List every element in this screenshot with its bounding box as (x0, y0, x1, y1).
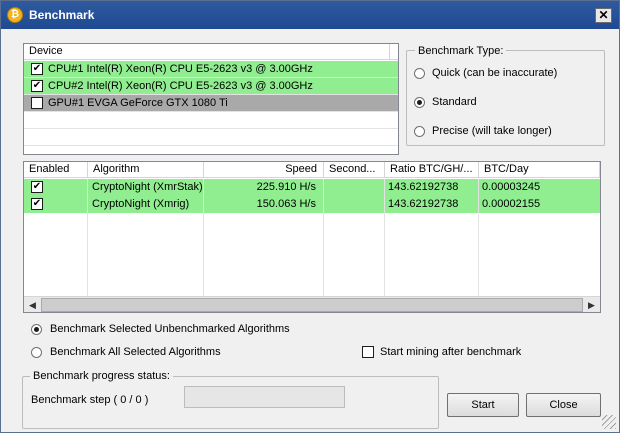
column-header[interactable]: Ratio BTC/GH/... (385, 162, 479, 178)
benchmark-type-label[interactable]: Precise (will take longer) (432, 125, 552, 137)
algorithm-list[interactable]: Enabled Algorithm Speed Second... Ratio BTC/… (23, 161, 601, 313)
start-mining-checkbox[interactable] (362, 346, 374, 358)
device-list[interactable]: Device ✔ CPU#1 Intel(R) Xeon(R) CPU E5-26… (23, 43, 399, 155)
close-button[interactable]: Close (526, 393, 601, 417)
column-header[interactable]: Speed (204, 162, 324, 178)
algorithm-cell-algorithm: CryptoNight (XmrStak) (92, 181, 203, 193)
algorithm-cell-ratio: 143.62192738 (388, 198, 459, 210)
benchmark-type-title: Benchmark Type: (415, 45, 507, 57)
device-row[interactable]: ✔ CPU#1 Intel(R) Xeon(R) CPU E5-2623 v3 @… (24, 61, 398, 78)
algorithm-enabled-checkbox[interactable]: ✔ (31, 181, 43, 193)
label-all-selected[interactable]: Benchmark All Selected Algorithms (50, 346, 221, 358)
window-close-button[interactable]: ✕ (595, 8, 612, 23)
label-start-mining[interactable]: Start mining after benchmark (380, 346, 521, 358)
benchmark-type-label[interactable]: Quick (can be inaccurate) (432, 67, 557, 79)
column-header[interactable]: Algorithm (88, 162, 204, 178)
algorithm-cell-algorithm: CryptoNight (Xmrig) (92, 198, 190, 210)
device-row-empty (24, 112, 398, 129)
device-header-filler (390, 44, 398, 60)
device-row[interactable]: ✔ CPU#2 Intel(R) Xeon(R) CPU E5-2623 v3 @… (24, 78, 398, 95)
device-label: CPU#2 Intel(R) Xeon(R) CPU E5-2623 v3 @ … (48, 80, 313, 92)
algorithm-cell-btc-day: 0.00002155 (482, 198, 541, 210)
progress-bar (184, 386, 345, 408)
scroll-right-icon[interactable]: ▶ (583, 297, 600, 312)
device-checkbox[interactable]: ✔ (31, 63, 43, 75)
column-divider (478, 179, 479, 296)
algorithm-enabled-checkbox[interactable]: ✔ (31, 198, 43, 210)
device-row[interactable]: GPU#1 EVGA GeForce GTX 1080 Ti (24, 95, 398, 112)
algorithm-cell-speed: 225.910 H/s (256, 181, 316, 193)
label-selected-unbenchmarked[interactable]: Benchmark Selected Unbenchmarked Algorit… (50, 323, 290, 335)
benchmark-window: ₿ Benchmark ✕ Device ✔ CPU#1 Intel(R) Xeo… (0, 0, 620, 433)
title-bar[interactable]: ₿ Benchmark ✕ (1, 1, 619, 29)
device-row-empty (24, 129, 398, 146)
scroll-thumb[interactable] (41, 298, 583, 312)
column-header[interactable]: Second... (324, 162, 385, 178)
window-title: Benchmark (29, 8, 95, 22)
radio-selected-unbenchmarked[interactable] (31, 324, 42, 335)
resize-grip-icon[interactable] (602, 415, 616, 429)
column-divider (323, 179, 324, 296)
algorithm-row[interactable]: ✔ CryptoNight (Xmrig) 150.063 H/s 143.62192… (24, 196, 600, 213)
start-button[interactable]: Start (447, 393, 519, 417)
benchmark-type-label[interactable]: Standard (432, 96, 477, 108)
benchmark-type-radio[interactable] (414, 126, 425, 137)
device-label: GPU#1 EVGA GeForce GTX 1080 Ti (48, 97, 228, 109)
scroll-left-icon[interactable]: ◀ (24, 297, 41, 312)
radio-all-selected[interactable] (31, 347, 42, 358)
coin-icon: ₿ (7, 7, 23, 23)
device-label: CPU#1 Intel(R) Xeon(R) CPU E5-2623 v3 @ … (48, 63, 313, 75)
row-divider (24, 145, 398, 146)
algorithm-row[interactable]: ✔ CryptoNight (XmrStak) 225.910 H/s 143.621… (24, 179, 600, 196)
device-checkbox[interactable]: ✔ (31, 80, 43, 92)
horizontal-scrollbar[interactable]: ◀ ▶ (24, 296, 600, 312)
benchmark-step-label: Benchmark step ( 0 / 0 ) (31, 394, 149, 406)
algorithm-cell-second (324, 179, 385, 196)
benchmark-type-radio[interactable] (414, 68, 425, 79)
device-column-header[interactable]: Device (24, 44, 390, 60)
device-checkbox[interactable] (31, 97, 43, 109)
algorithm-cell-ratio: 143.62192738 (388, 181, 459, 193)
column-header[interactable]: Enabled (24, 162, 88, 178)
algorithm-cell-second (324, 196, 385, 213)
algorithm-cell-btc-day: 0.00003245 (482, 181, 541, 193)
algorithm-cell-speed: 150.063 H/s (256, 198, 316, 210)
benchmark-type-radio[interactable] (414, 97, 425, 108)
progress-title: Benchmark progress status: (30, 370, 173, 382)
column-divider (87, 179, 88, 296)
column-header[interactable]: BTC/Day (479, 162, 600, 178)
column-divider (203, 179, 204, 296)
column-divider (384, 179, 385, 296)
